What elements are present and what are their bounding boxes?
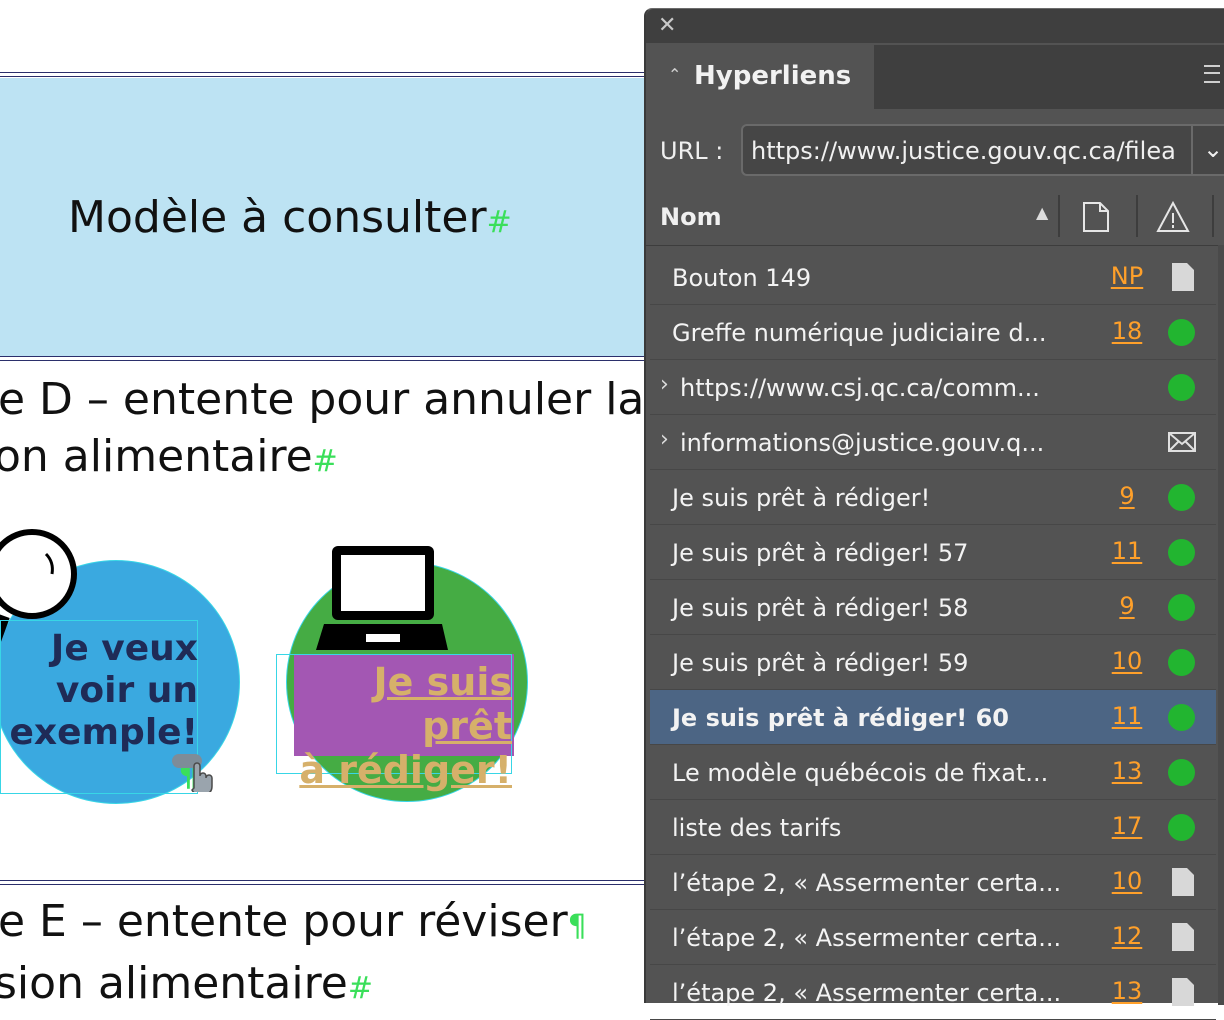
table-border <box>0 884 646 885</box>
hand-cursor-icon <box>172 754 213 792</box>
hyperlink-name: l’étape 2, « Assermenter certa... <box>672 979 1062 1007</box>
url-field[interactable]: https://www.justice.gouv.qc.ca/filea ⌄ <box>741 124 1224 176</box>
status-ok-icon <box>1168 704 1195 731</box>
url-value[interactable]: https://www.justice.gouv.qc.ca/filea <box>751 137 1176 165</box>
hyperlink-name: informations@justice.gouv.q... <box>680 429 1045 457</box>
hyperlink-row[interactable]: l’étape 2, « Assermenter certa... 10 <box>650 855 1216 910</box>
hyperlink-name: Je suis prêt à rédiger! 57 <box>672 539 969 567</box>
status-ok-icon <box>1168 594 1195 621</box>
hyperlink-page-link[interactable]: 10 <box>1102 647 1152 675</box>
hyperlink-name: Je suis prêt à rédiger! 58 <box>672 594 969 622</box>
page-column-icon[interactable] <box>1082 201 1110 233</box>
hyperlink-page-link[interactable]: 13 <box>1102 977 1152 1005</box>
table-border <box>0 880 646 881</box>
hyperlink-name: Greffe numérique judiciaire d... <box>672 319 1047 347</box>
hyperlink-row[interactable]: Greffe numérique judiciaire d... 18 <box>650 305 1216 360</box>
hyperlink-row[interactable]: Je suis prêt à rédiger! 60 11 <box>650 690 1216 745</box>
panel-title: Hyperliens <box>694 61 852 91</box>
list-header: Nom ▲ <box>646 187 1224 246</box>
tab-hyperlinks[interactable]: ⌃ Hyperliens <box>650 45 874 109</box>
laptop-icon <box>316 546 448 650</box>
status-ok-icon <box>1168 814 1195 841</box>
page-document-icon <box>1172 868 1194 896</box>
hyperlinks-panel: ✕ ⌃ Hyperliens URL : https://www.justice… <box>644 8 1224 1020</box>
expand-chevron-icon[interactable]: › <box>660 427 669 452</box>
warning-column-icon[interactable] <box>1156 201 1190 233</box>
page-document-icon <box>1172 923 1194 951</box>
hyperlink-page-link[interactable]: 9 <box>1102 482 1152 510</box>
section-e-heading: e E – entente pour réviser¶ <box>0 896 587 947</box>
hyperlink-page-link[interactable]: 11 <box>1102 702 1152 730</box>
hyperlink-row[interactable]: Le modèle québécois de fixat... 13 <box>650 745 1216 800</box>
hyperlink-page-link[interactable]: 13 <box>1102 757 1152 785</box>
tab-strip <box>874 45 1224 109</box>
document-canvas: Modèle à consulter# e D – entente pour a… <box>0 0 646 1002</box>
cell-title: Modèle à consulter# <box>68 192 512 243</box>
hyperlink-page-link[interactable]: 12 <box>1102 922 1152 950</box>
status-ok-icon <box>1168 539 1195 566</box>
hyperlink-page-link[interactable]: 18 <box>1102 317 1152 345</box>
collapse-arrows-icon[interactable]: ⌃ <box>668 65 681 84</box>
hyperlink-row[interactable]: Je suis prêt à rédiger! 57 11 <box>650 525 1216 580</box>
hyperlink-name: Le modèle québécois de fixat... <box>672 759 1049 787</box>
list-scrollbar[interactable] <box>1218 245 1224 1005</box>
hyperlink-name: Je suis prêt à rédiger! 59 <box>672 649 969 677</box>
hyperlink-row[interactable]: › https://www.csj.qc.ca/comm... <box>650 360 1216 415</box>
table-border <box>0 356 646 357</box>
table-border <box>0 72 646 73</box>
status-ok-icon <box>1168 319 1195 346</box>
status-ok-icon <box>1168 759 1195 786</box>
hyperlink-page-link[interactable]: 11 <box>1102 537 1152 565</box>
column-name-header[interactable]: Nom <box>660 203 722 231</box>
status-ok-icon <box>1168 649 1195 676</box>
hyperlink-name: https://www.csj.qc.ca/comm... <box>680 374 1040 402</box>
hyperlink-page-link[interactable]: 10 <box>1102 867 1152 895</box>
expand-chevron-icon[interactable]: › <box>660 372 669 397</box>
section-d-heading-line2: on alimentaire# <box>0 431 338 482</box>
panel-title-bar: ✕ <box>646 9 1224 43</box>
ready-button-text[interactable]: Je suis prêt à rédiger! <box>290 660 512 792</box>
hyperlink-row[interactable]: › informations@justice.gouv.q... <box>650 415 1216 470</box>
hyperlink-name: liste des tarifs <box>672 814 842 842</box>
hyperlink-page-link[interactable]: 17 <box>1102 812 1152 840</box>
hyperlink-page-link[interactable]: 9 <box>1102 592 1152 620</box>
example-button-text[interactable]: Je veux voir un exemple!¶ <box>0 628 198 798</box>
close-icon[interactable]: ✕ <box>658 15 676 37</box>
hyperlink-name: Je suis prêt à rédiger! <box>672 484 931 512</box>
page-document-icon <box>1172 263 1194 291</box>
table-border <box>0 76 646 77</box>
table-border <box>0 360 646 361</box>
hyperlink-row[interactable]: Je suis prêt à rédiger! 58 9 <box>650 580 1216 635</box>
status-ok-icon <box>1168 484 1195 511</box>
hyperlink-page-link[interactable]: NP <box>1102 262 1152 290</box>
hyperlink-name: Je suis prêt à rédiger! 60 <box>672 704 1009 732</box>
hyperlink-row[interactable]: Je suis prêt à rédiger! 9 <box>650 470 1216 525</box>
panel-menu-icon[interactable] <box>1204 65 1220 83</box>
section-e-heading-line2: sion alimentaire# <box>0 958 373 1002</box>
hyperlink-row[interactable]: l’étape 2, « Assermenter certa... 13 <box>650 965 1216 1020</box>
hyperlink-row[interactable]: Je suis prêt à rédiger! 59 10 <box>650 635 1216 690</box>
sort-ascending-icon[interactable]: ▲ <box>1036 203 1048 222</box>
url-label: URL : <box>660 137 724 165</box>
hyperlink-name: Bouton 149 <box>672 264 812 292</box>
hyperlink-name: l’étape 2, « Assermenter certa... <box>672 869 1062 897</box>
section-d-heading: e D – entente pour annuler la· <box>0 374 646 425</box>
url-dropdown-chevron-icon[interactable]: ⌄ <box>1191 126 1224 174</box>
status-ok-icon <box>1168 374 1195 401</box>
mail-icon <box>1168 432 1196 452</box>
hyperlink-row[interactable]: l’étape 2, « Assermenter certa... 12 <box>650 910 1216 965</box>
hyperlink-name: l’étape 2, « Assermenter certa... <box>672 924 1062 952</box>
hyperlink-row[interactable]: liste des tarifs 17 <box>650 800 1216 855</box>
hyperlink-row[interactable]: Bouton 149 NP <box>650 250 1216 305</box>
